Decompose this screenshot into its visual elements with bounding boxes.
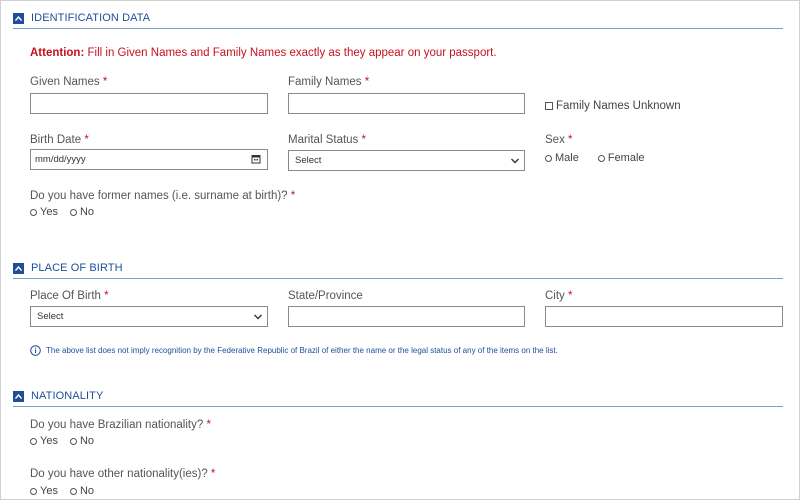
- birth-date-label: Birth Date *: [30, 134, 89, 146]
- family-names-label-text: Family Names: [288, 76, 362, 88]
- section-header-nationality: NATIONALITY: [13, 390, 783, 407]
- sex-female-radio[interactable]: Female: [597, 152, 645, 164]
- former-names-label-text: Do you have former names (i.e. surname a…: [30, 190, 288, 202]
- other-nationality-no-label: No: [79, 485, 95, 497]
- section-header-place-of-birth: PLACE OF BIRTH: [13, 262, 783, 279]
- birth-date-placeholder: mm/dd/yyyy: [35, 154, 86, 165]
- info-note: The above list does not imply recognitio…: [30, 345, 558, 356]
- given-names-label-text: Given Names: [30, 76, 100, 88]
- required-mark: *: [364, 76, 370, 88]
- other-nationality-label: Do you have other nationality(ies)? *: [30, 468, 215, 480]
- other-nationality-radio-group: Yes No: [30, 485, 106, 497]
- info-note-text: The above list does not imply recognitio…: [46, 346, 558, 355]
- section-toggle-nationality[interactable]: [13, 391, 24, 402]
- sex-male-label: Male: [555, 152, 579, 164]
- required-mark: *: [568, 134, 573, 146]
- sex-female-label: Female: [607, 152, 645, 164]
- radio-dot[interactable]: [30, 208, 37, 216]
- required-mark: *: [361, 134, 366, 146]
- brazilian-nationality-no-radio[interactable]: No: [69, 435, 95, 447]
- brazilian-nationality-no-label: No: [79, 435, 95, 447]
- other-nationality-label-text: Do you have other nationality(ies)?: [30, 468, 208, 480]
- birth-date-input[interactable]: mm/dd/yyyy: [30, 149, 268, 170]
- brazilian-nationality-label: Do you have Brazilian nationality? *: [30, 419, 211, 431]
- section-title-identification: IDENTIFICATION DATA: [31, 12, 151, 24]
- info-icon: [30, 345, 41, 356]
- place-of-birth-label: Place Of Birth *: [30, 290, 109, 302]
- section-toggle-place-of-birth[interactable]: [13, 263, 24, 274]
- marital-status-label-text: Marital Status: [288, 134, 359, 146]
- place-of-birth-value: Select: [37, 311, 64, 322]
- family-names-input[interactable]: [288, 93, 525, 114]
- state-province-label: State/Province: [288, 290, 363, 302]
- section-title-place-of-birth: PLACE OF BIRTH: [31, 262, 123, 274]
- family-names-unknown-checkbox[interactable]: Family Names Unknown: [545, 100, 681, 112]
- attention-label: Attention:: [30, 47, 85, 59]
- required-mark: *: [206, 419, 211, 431]
- brazilian-nationality-yes-label: Yes: [40, 435, 58, 447]
- section-title-nationality: NATIONALITY: [31, 390, 104, 402]
- city-label: City *: [545, 290, 573, 302]
- family-names-unknown-label: Family Names Unknown: [556, 100, 681, 112]
- city-input[interactable]: [545, 306, 783, 327]
- radio-dot[interactable]: [545, 154, 552, 162]
- other-nationality-no-radio[interactable]: No: [69, 485, 95, 497]
- radio-dot[interactable]: [597, 154, 605, 162]
- attention-message: Attention: Fill in Given Names and Famil…: [30, 47, 497, 59]
- sex-radio-group: Male Female: [545, 152, 657, 164]
- brazilian-nationality-label-text: Do you have Brazilian nationality?: [30, 419, 204, 431]
- place-of-birth-label-text: Place Of Birth: [30, 290, 101, 302]
- sex-male-radio[interactable]: Male: [545, 152, 579, 164]
- section-toggle-identification[interactable]: [13, 13, 24, 24]
- radio-dot[interactable]: [30, 437, 37, 445]
- required-mark: *: [84, 134, 89, 146]
- chevron-up-icon: [15, 266, 22, 271]
- birth-date-label-text: Birth Date: [30, 134, 82, 146]
- required-mark: *: [210, 468, 216, 480]
- former-names-label: Do you have former names (i.e. surname a…: [30, 190, 295, 202]
- place-of-birth-select[interactable]: Select: [30, 306, 268, 327]
- former-names-yes-label: Yes: [40, 206, 58, 218]
- sex-label-text: Sex: [545, 134, 565, 146]
- required-mark: *: [104, 290, 109, 302]
- chevron-down-icon: [511, 158, 519, 164]
- former-names-no-radio[interactable]: No: [69, 206, 95, 218]
- sex-label: Sex *: [545, 134, 573, 146]
- other-nationality-yes-radio[interactable]: Yes: [30, 485, 58, 497]
- other-nationality-yes-label: Yes: [40, 485, 58, 497]
- calendar-icon[interactable]: [251, 154, 261, 164]
- checkbox-box[interactable]: [545, 102, 553, 110]
- given-names-label: Given Names *: [30, 76, 107, 88]
- marital-status-label: Marital Status *: [288, 134, 366, 146]
- former-names-radio-group: Yes No: [30, 206, 106, 218]
- section-header-identification: IDENTIFICATION DATA: [13, 12, 783, 29]
- former-names-yes-radio[interactable]: Yes: [30, 206, 58, 218]
- required-mark: *: [102, 76, 108, 88]
- family-names-label: Family Names *: [288, 76, 369, 88]
- former-names-no-label: No: [79, 206, 95, 218]
- radio-dot[interactable]: [30, 487, 37, 495]
- city-label-text: City: [545, 290, 565, 302]
- chevron-up-icon: [15, 394, 22, 399]
- radio-dot[interactable]: [69, 437, 77, 445]
- brazilian-nationality-yes-radio[interactable]: Yes: [30, 435, 58, 447]
- state-province-input[interactable]: [288, 306, 525, 327]
- attention-text: Fill in Given Names and Family Names exa…: [87, 47, 497, 59]
- chevron-down-icon: [254, 314, 262, 320]
- brazilian-nationality-radio-group: Yes No: [30, 435, 106, 447]
- radio-dot[interactable]: [69, 208, 77, 216]
- radio-dot[interactable]: [69, 487, 77, 495]
- required-mark: *: [568, 290, 573, 302]
- state-province-label-text: State/Province: [288, 290, 363, 302]
- chevron-up-icon: [15, 16, 22, 21]
- required-mark: *: [290, 190, 296, 202]
- given-names-input[interactable]: [30, 93, 268, 114]
- marital-status-value: Select: [295, 155, 322, 166]
- marital-status-select[interactable]: Select: [288, 150, 525, 171]
